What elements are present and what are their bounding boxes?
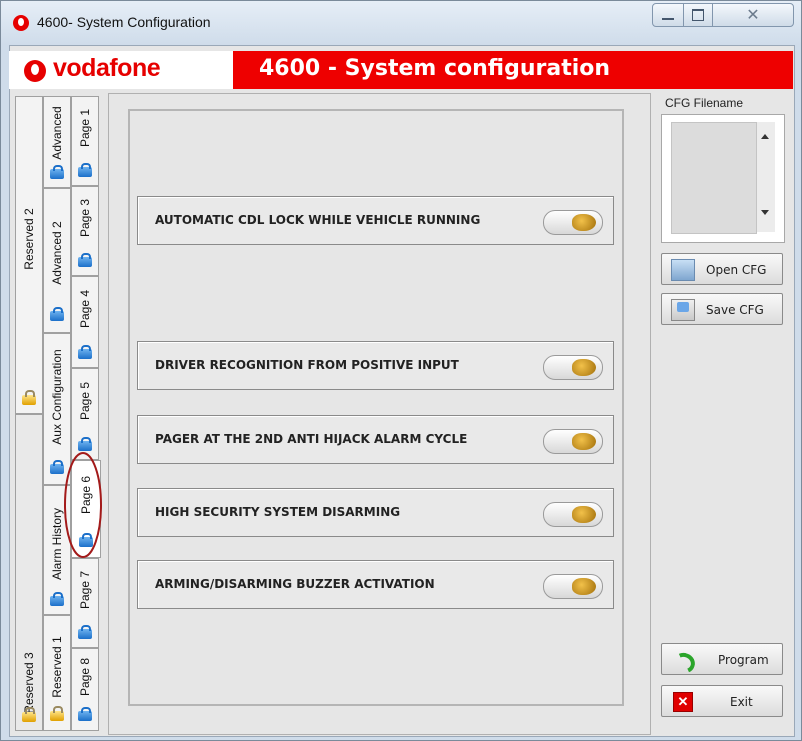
page-title: 4600 - System configuration [259,56,611,81]
button-label: Program [718,653,769,667]
tab-label: Reserved 1 [50,636,64,698]
option-row: PAGER AT THE 2ND ANTI HIJACK ALARM CYCLE [137,415,614,464]
tab-reserved-1[interactable]: Reserved 1 [43,615,71,731]
option-row: DRIVER RECOGNITION FROM POSITIVE INPUT [137,341,614,390]
toolbox-icon [50,592,64,606]
option-label: ARMING/DISARMING BUZZER ACTIVATION [155,577,435,591]
exit-icon: ✕ [673,692,693,712]
maximize-button[interactable] [683,3,713,27]
toolbox-icon [78,163,92,177]
save-cfg-button[interactable]: Save CFG [661,293,783,325]
option-label: HIGH SECURITY SYSTEM DISARMING [155,505,401,519]
tab-label: Page 3 [78,198,92,237]
toolbox-icon [78,707,92,721]
app-window: 4600- System Configuration ✕ vodafone 46… [0,0,802,741]
close-icon: ✕ [746,5,760,24]
title-bar: 4600- System Configuration ✕ [1,1,801,45]
toolbox-icon [78,253,92,267]
tab-page-4[interactable]: Page 4 [71,276,99,368]
tab-advanced-2[interactable]: Advanced 2 [43,188,71,333]
open-file-icon [671,259,695,281]
tab-label: Page 8 [78,658,92,697]
button-label: Save CFG [706,303,764,317]
tab-label: Page 4 [78,289,92,328]
tab-label: Aux Configuration [50,349,64,445]
scroll-up-icon[interactable] [761,134,769,139]
option-toggle[interactable] [543,502,603,527]
header-banner: 4600 - System configuration [233,51,793,89]
tab-reserved-2[interactable]: Reserved 2 [15,96,43,414]
option-label: DRIVER RECOGNITION FROM POSITIVE INPUT [155,358,459,372]
vodafone-app-icon [13,15,29,31]
tab-page-5[interactable]: Page 5 [71,368,99,460]
toolbox-icon [50,165,64,179]
open-cfg-button[interactable]: Open CFG [661,253,783,285]
tab-label: Reserved 2 [22,208,36,270]
option-row: HIGH SECURITY SYSTEM DISARMING [137,488,614,537]
save-file-icon [671,299,695,321]
lock-icon [22,390,36,405]
button-label: Exit [730,695,753,709]
scroll-down-icon[interactable] [761,210,769,215]
tab-page-3[interactable]: Page 3 [71,186,99,276]
close-button[interactable]: ✕ [712,3,794,27]
tab-label: Advanced 2 [50,221,64,286]
cfg-filename-list[interactable] [661,114,785,243]
tab-page-1[interactable]: Page 1 [71,96,99,186]
program-button[interactable]: Program [661,643,783,675]
brand-name: vodafone [53,54,161,82]
cfg-scrollbar[interactable] [757,122,775,232]
highlight-ellipse [64,452,102,558]
option-toggle[interactable] [543,574,603,599]
tab-label: Page 1 [78,108,92,147]
lock-icon [50,706,64,721]
option-toggle[interactable] [543,210,603,235]
tab-page-7[interactable]: Page 7 [71,558,99,648]
tab-label: Reserved 3 [22,652,36,714]
toolbox-icon [78,345,92,359]
tab-page-8[interactable]: Page 8 [71,648,99,731]
cfg-filename-label: CFG Filename [665,96,744,110]
tab-label: Advanced [50,106,64,160]
brand-header: vodafone 4600 - System configuration [9,51,793,89]
toolbox-icon [78,625,92,639]
tab-label: Page 5 [78,381,92,420]
option-label: PAGER AT THE 2ND ANTI HIJACK ALARM CYCLE [155,432,468,446]
exit-button[interactable]: ✕ Exit [661,685,783,717]
lock-icon [22,707,36,722]
option-label: AUTOMATIC CDL LOCK WHILE VEHICLE RUNNING [155,213,481,227]
tab-advanced[interactable]: Advanced [43,96,71,188]
tab-label: Page 7 [78,570,92,609]
vodafone-logo-icon [24,60,46,82]
window-title: 4600- System Configuration [37,14,211,30]
option-row: ARMING/DISARMING BUZZER ACTIVATION [137,560,614,609]
option-toggle[interactable] [543,429,603,454]
toolbox-icon [50,307,64,321]
button-label: Open CFG [706,263,767,277]
tab-reserved-3[interactable]: Reserved 3 [15,414,43,731]
option-row: AUTOMATIC CDL LOCK WHILE VEHICLE RUNNING [137,196,614,245]
minimize-button[interactable] [652,3,684,27]
cfg-list-content [671,122,757,234]
option-toggle[interactable] [543,355,603,380]
program-arrow-icon [671,649,693,669]
